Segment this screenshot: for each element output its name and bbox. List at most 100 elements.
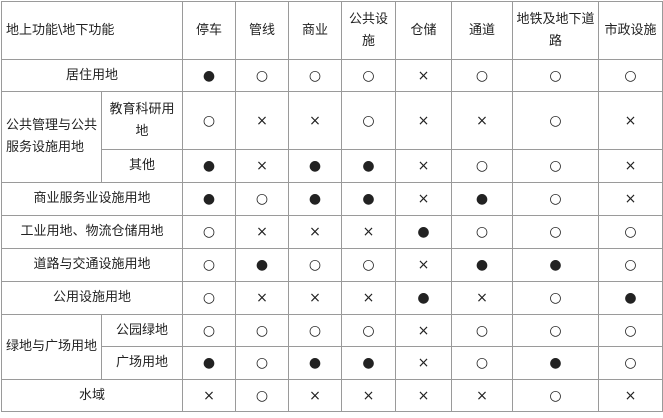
table-row: 其他 ● × ● ● × ○ ○ ×	[2, 149, 663, 183]
cell-mark: ○	[288, 59, 343, 92]
cell-mark: ×	[235, 281, 290, 315]
row-label-water: 水域	[0, 379, 184, 412]
table-row: 广场用地 ● ○ ● ● × ○ ● ○	[2, 346, 663, 380]
cell-mark: ●	[182, 149, 237, 183]
cell-mark: ●	[341, 182, 397, 216]
cell-mark: ×	[235, 91, 290, 150]
row-label-other: 其他	[100, 149, 184, 183]
cell-mark: ×	[451, 281, 514, 315]
cell-mark: ○	[451, 149, 514, 183]
col-header-public-facilities: 公共设施	[341, 1, 397, 60]
row-label-industrial: 工业用地、物流仓储用地	[0, 215, 184, 249]
cell-mark: ○	[235, 346, 290, 380]
col-header-commerce: 商业	[288, 1, 343, 60]
table-row: 工业用地、物流仓储用地 ○ × × × ● ○ ○ ○	[0, 215, 663, 249]
cell-mark: ○	[512, 91, 600, 150]
col-header-municipal: 市政设施	[598, 1, 663, 60]
corner-header: 地上功能\地下功能	[0, 1, 184, 60]
cell-mark: ○	[598, 215, 663, 249]
table-row: 公用设施用地 ○ × × × ● × ○ ●	[0, 281, 663, 315]
cell-mark: ○	[451, 215, 514, 249]
table-row: 道路与交通设施用地 ○ ● ○ ○ × ● ● ○	[0, 248, 663, 282]
cell-mark: ○	[598, 346, 663, 380]
row-label-utilities: 公用设施用地	[0, 281, 184, 315]
cell-mark: ○	[451, 59, 514, 92]
cell-mark: ●	[451, 182, 514, 216]
cell-mark: ×	[235, 149, 290, 183]
cell-mark: ●	[288, 149, 343, 183]
cell-mark: ○	[598, 248, 663, 282]
cell-mark: ×	[395, 182, 453, 216]
row-label-park: 公园绿地	[100, 314, 184, 347]
col-header-pipeline: 管线	[235, 1, 290, 60]
cell-mark: ×	[395, 248, 453, 282]
cell-mark: ●	[395, 215, 453, 249]
cell-mark: ○	[235, 379, 290, 412]
col-header-passage: 通道	[451, 1, 514, 60]
cell-mark: ×	[451, 379, 514, 412]
cell-mark: ○	[512, 314, 600, 347]
cell-mark: ×	[451, 91, 514, 150]
cell-mark: ●	[451, 248, 514, 282]
cell-mark: ○	[451, 346, 514, 380]
cell-mark: ○	[182, 314, 237, 347]
cell-mark: ○	[341, 248, 397, 282]
col-header-storage: 仓储	[395, 1, 453, 60]
cell-mark: ○	[341, 314, 397, 347]
cell-mark: ×	[395, 149, 453, 183]
col-header-metro-road: 地铁及地下道路	[512, 1, 600, 60]
col-header-parking: 停车	[182, 1, 237, 60]
cell-mark: ×	[341, 379, 397, 412]
table-row: 居住用地 ● ○ ○ ○ × ○ ○ ○	[0, 59, 663, 92]
header-row: 地上功能\地下功能 停车 管线 商业 公共设施 仓储 通道 地铁及地下道路 市政…	[0, 1, 663, 60]
cell-mark: ●	[341, 346, 397, 380]
cell-mark: ○	[235, 182, 290, 216]
row-label-square: 广场用地	[100, 346, 184, 380]
row-label-residential: 居住用地	[0, 59, 184, 92]
cell-mark: ×	[395, 379, 453, 412]
cell-mark: ×	[395, 314, 453, 347]
table-row: 商业服务业设施用地 ● ○ ● ● × ● ○ ×	[0, 182, 663, 216]
cell-mark: ×	[395, 346, 453, 380]
cell-mark: ○	[341, 91, 397, 150]
cell-mark: ●	[182, 59, 237, 92]
cell-mark: ×	[288, 215, 343, 249]
cell-mark: ×	[288, 91, 343, 150]
land-use-function-table: 地上功能\地下功能 停车 管线 商业 公共设施 仓储 通道 地铁及地下道路 市政…	[0, 1, 663, 412]
cell-mark: ○	[182, 248, 237, 282]
cell-mark: ●	[288, 182, 343, 216]
group-label-green-square: 绿地与广场用地	[1, 314, 102, 380]
cell-mark: ○	[512, 281, 600, 315]
cell-mark: ○	[512, 182, 600, 216]
cell-mark: ×	[182, 379, 237, 412]
row-label-commercial: 商业服务业设施用地	[0, 182, 184, 216]
cell-mark: ×	[395, 59, 453, 92]
cell-mark: ○	[451, 314, 514, 347]
cell-mark: ×	[598, 182, 663, 216]
cell-mark: ●	[182, 346, 237, 380]
cell-mark: ○	[598, 59, 663, 92]
cell-mark: ×	[598, 91, 663, 150]
cell-mark: ●	[598, 281, 663, 315]
table-row: 绿地与广场用地 公园绿地 ○ ○ ○ ○ × ○ ○ ○	[1, 314, 663, 380]
cell-mark: ×	[341, 281, 397, 315]
cell-mark: ●	[288, 346, 343, 380]
cell-mark: ○	[598, 314, 663, 347]
cell-mark: ●	[512, 248, 600, 282]
cell-mark: ×	[341, 215, 397, 249]
cell-mark: ○	[182, 91, 237, 150]
cell-mark: ○	[182, 215, 237, 249]
cell-mark: ○	[512, 59, 600, 92]
cell-mark: ○	[341, 59, 397, 92]
cell-mark: ×	[395, 91, 453, 150]
cell-mark: ×	[288, 379, 343, 412]
cell-mark: ○	[512, 215, 600, 249]
group-label-public-services: 公共管理与公共服务设施用地	[1, 91, 102, 183]
table-row: 水域 × ○ × × × × ○ ×	[0, 379, 663, 412]
cell-mark: ○	[235, 59, 290, 92]
cell-mark: ×	[288, 281, 343, 315]
cell-mark: ○	[512, 149, 600, 183]
cell-mark: ○	[288, 314, 343, 347]
cell-mark: ●	[235, 248, 290, 282]
cell-mark: ○	[288, 248, 343, 282]
